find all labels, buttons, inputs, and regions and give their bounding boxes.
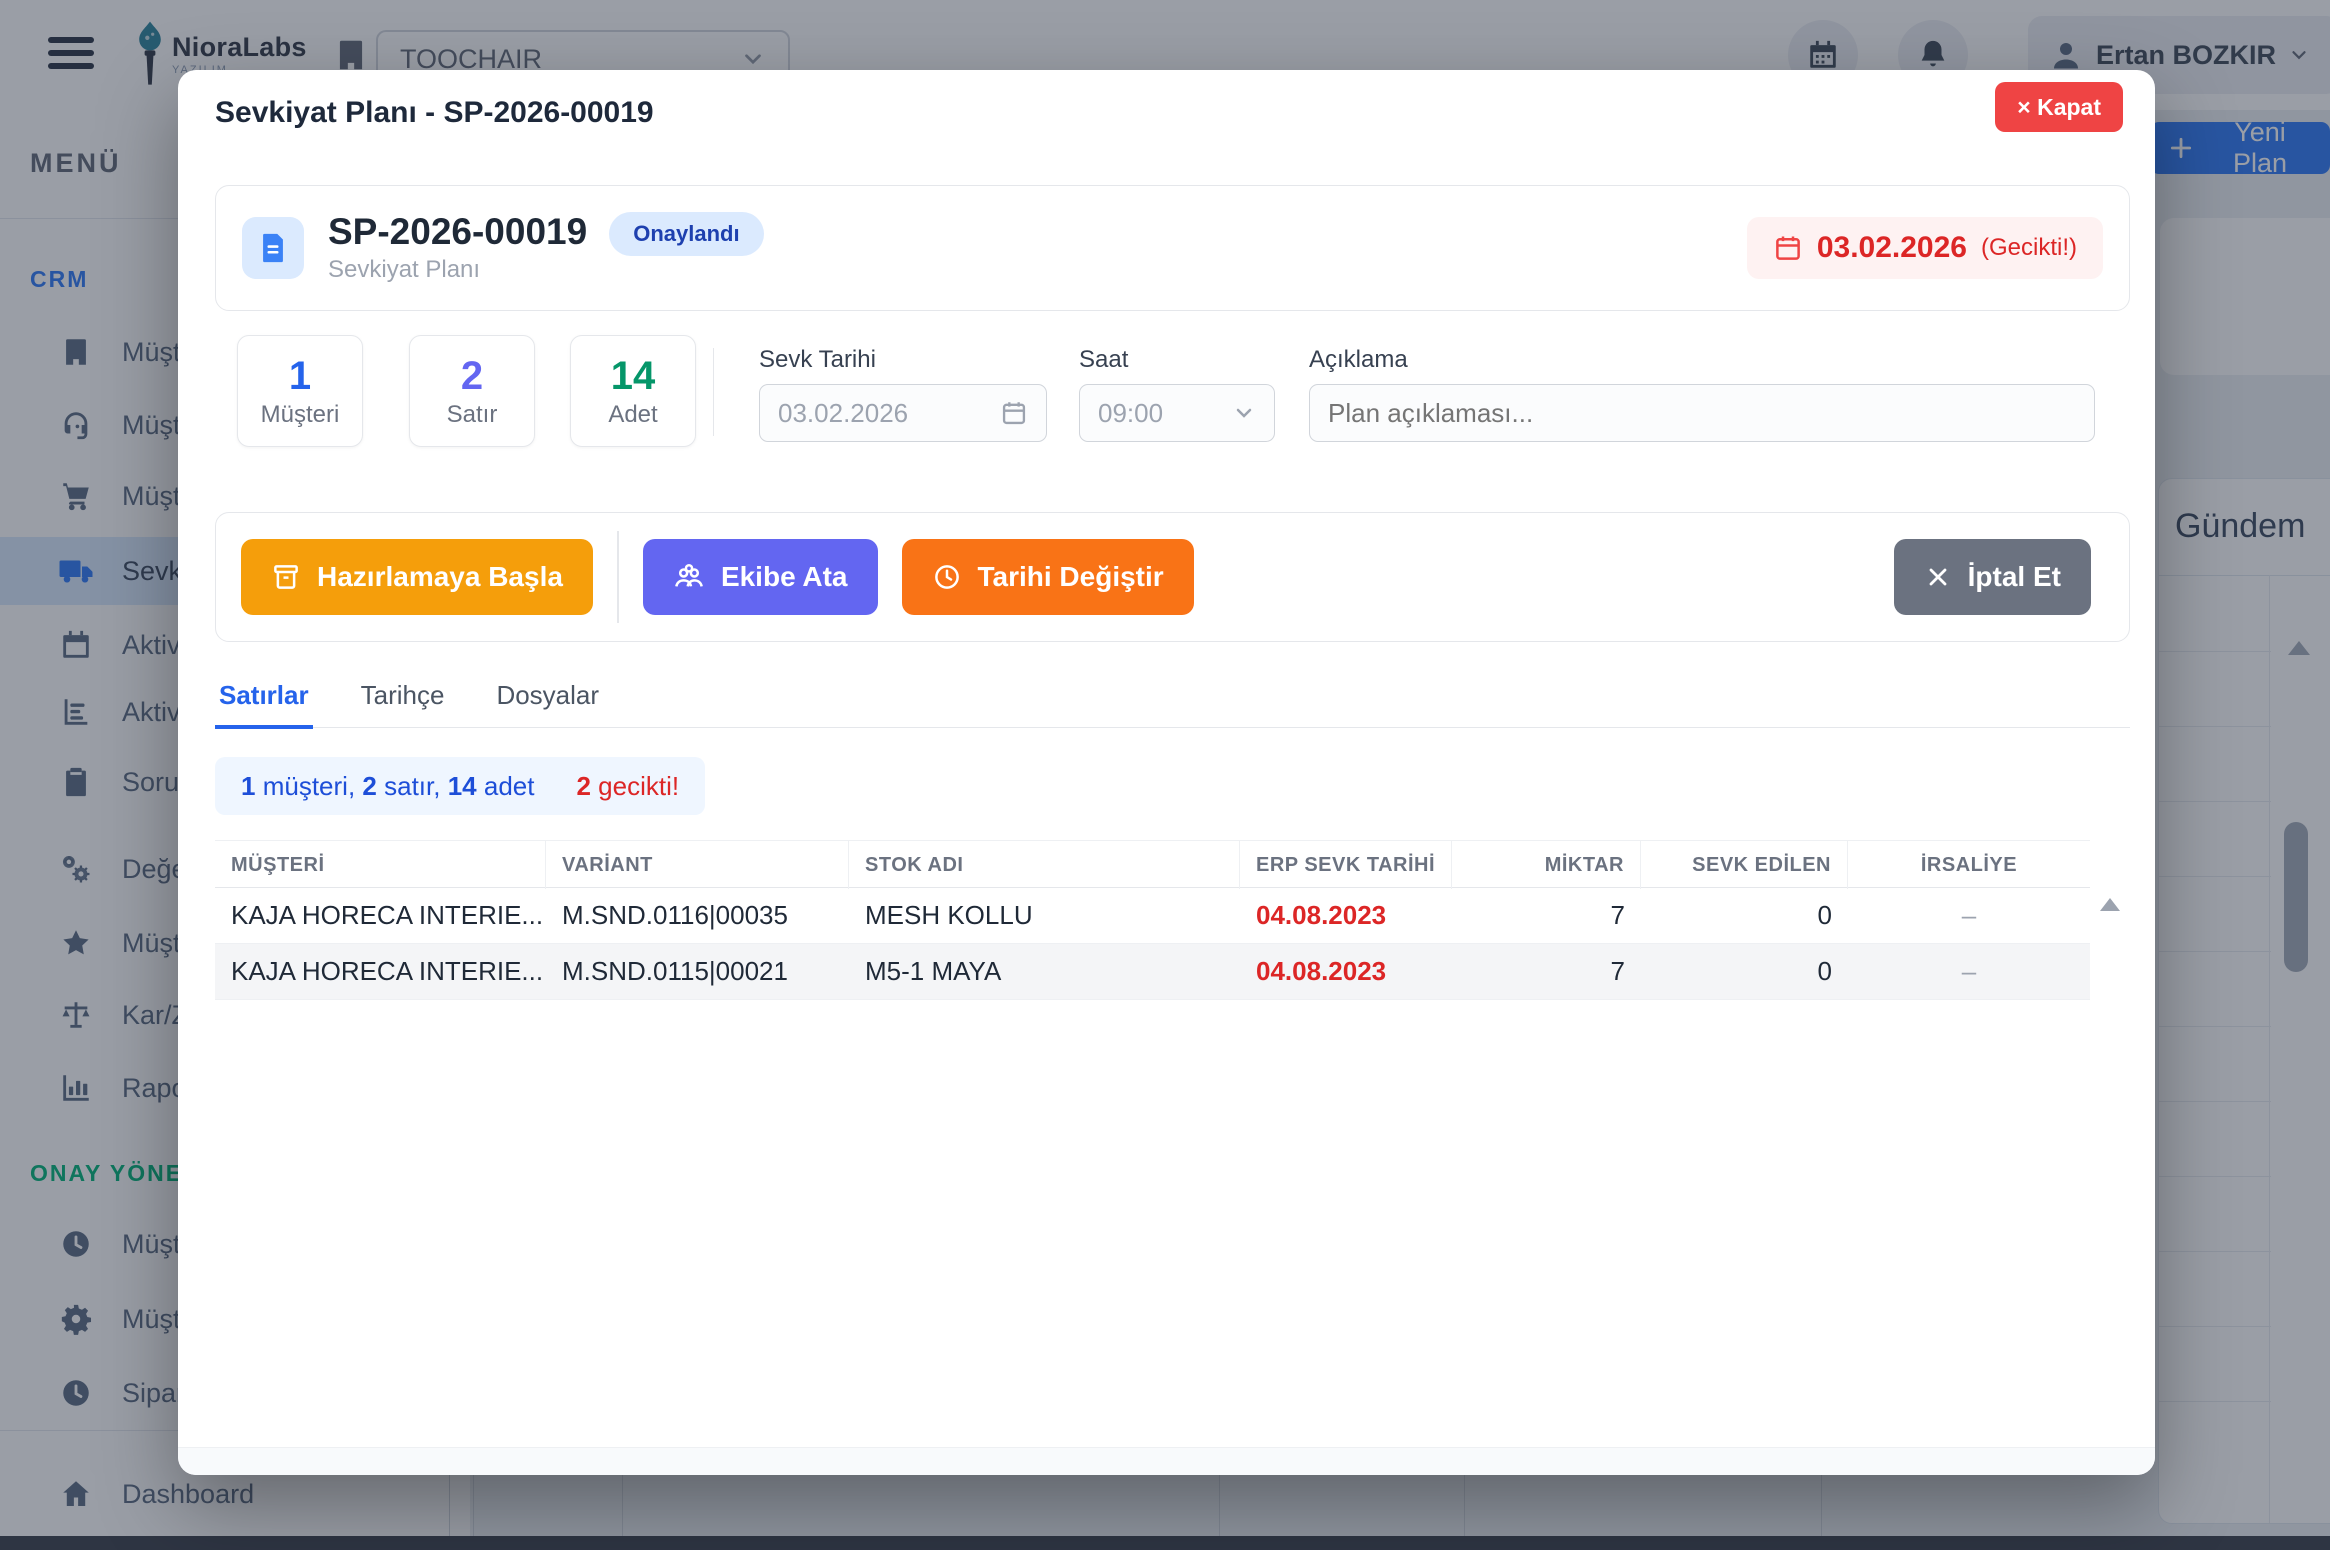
due-date: 03.02.2026 <box>1817 231 1967 265</box>
col-irsaliye: İRSALİYE <box>1848 841 2090 889</box>
sevk-tarihi-input[interactable] <box>759 384 1047 442</box>
iptal-et-button[interactable]: İptal Et <box>1894 539 2091 615</box>
tab-dosyalar[interactable]: Dosyalar <box>492 670 603 727</box>
stat-adet: 14 Adet <box>570 335 696 447</box>
sevkiyat-plan-modal: Sevkiyat Planı - SP-2026-00019 × Kapat S… <box>178 70 2155 1475</box>
table-row[interactable]: KAJA HORECA INTERIE... M.SND.0115|00021 … <box>215 944 2090 1000</box>
col-stok-adi: STOK ADI <box>849 841 1240 889</box>
calendar-icon <box>1000 399 1028 427</box>
modal-title: Sevkiyat Planı - SP-2026-00019 <box>215 96 654 130</box>
x-icon <box>1924 563 1952 591</box>
modal-footer <box>178 1447 2155 1475</box>
due-note: (Gecikti!) <box>1981 234 2077 262</box>
aciklama-field[interactable] <box>1328 398 2076 429</box>
tarihi-degistir-button[interactable]: Tarihi Değiştir <box>902 539 1194 615</box>
actions-toolbar: Hazırlamaya Başla Ekibe Ata Tarihi Değiş… <box>215 512 2130 642</box>
divider <box>713 348 714 436</box>
chevron-down-icon <box>1232 401 1256 425</box>
status-badge: Onaylandı <box>609 212 763 256</box>
stat-musteri: 1 Müşteri <box>237 335 363 447</box>
plan-info-card: SP-2026-00019 Sevkiyat Planı Onaylandı 0… <box>215 185 2130 311</box>
summary-chip: 1 müşteri, 2 satır, 14 adet 2 gecikti! <box>215 757 705 815</box>
saat-label: Saat <box>1079 346 1128 374</box>
aciklama-label: Açıklama <box>1309 346 1408 374</box>
tab-tarihce[interactable]: Tarihçe <box>357 670 449 727</box>
document-icon <box>242 217 304 279</box>
tab-bar: Satırlar Tarihçe Dosyalar <box>215 670 2130 728</box>
sevk-tarihi-label: Sevk Tarihi <box>759 346 876 374</box>
clock-icon <box>932 562 962 592</box>
col-musteri: MÜŞTERİ <box>215 841 546 889</box>
tab-satirlar[interactable]: Satırlar <box>215 670 313 729</box>
table-header-row: MÜŞTERİ VARİANT STOK ADI ERP SEVK TARİHİ… <box>215 840 2090 888</box>
sevk-tarihi-value[interactable] <box>778 398 1000 429</box>
saat-select[interactable]: 09:00 <box>1079 384 1275 442</box>
app-screen: NioraLabs YAZILIM TOOCHAIR <box>0 0 2330 1550</box>
plan-type: Sevkiyat Planı <box>328 256 587 284</box>
table-scrollbar-up-arrow[interactable] <box>2100 898 2120 911</box>
close-button[interactable]: × Kapat <box>1995 82 2123 132</box>
calendar-icon <box>1773 233 1803 263</box>
ekibe-ata-button[interactable]: Ekibe Ata <box>643 539 878 615</box>
col-miktar: MİKTAR <box>1452 841 1641 889</box>
stat-satir: 2 Satır <box>409 335 535 447</box>
hazirlamaya-basla-button[interactable]: Hazırlamaya Başla <box>241 539 593 615</box>
divider <box>617 531 619 623</box>
col-sevk-edilen: SEVK EDİLEN <box>1641 841 1848 889</box>
aciklama-input[interactable] <box>1309 384 2095 442</box>
lines-table: MÜŞTERİ VARİANT STOK ADI ERP SEVK TARİHİ… <box>215 840 2090 1000</box>
due-date-chip: 03.02.2026 (Gecikti!) <box>1747 217 2103 279</box>
table-row[interactable]: KAJA HORECA INTERIE... M.SND.0116|00035 … <box>215 888 2090 944</box>
plan-code: SP-2026-00019 <box>328 212 587 253</box>
col-variant: VARİANT <box>546 841 849 889</box>
users-icon <box>673 561 705 593</box>
archive-box-icon <box>271 562 301 592</box>
col-erp-sevk-tarihi: ERP SEVK TARİHİ <box>1240 841 1452 889</box>
saat-value: 09:00 <box>1098 398 1232 429</box>
